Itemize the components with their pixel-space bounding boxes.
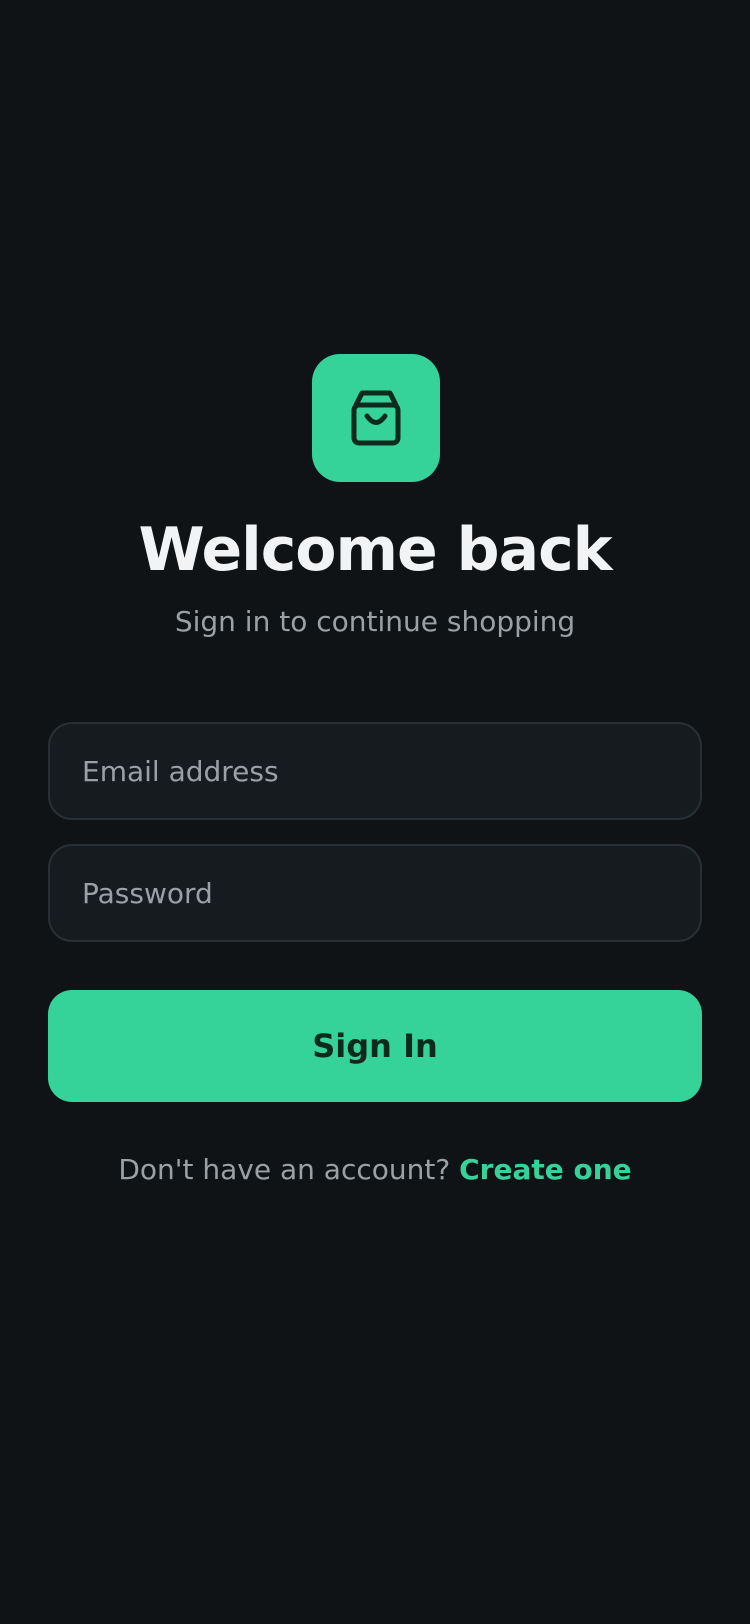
page-title: Welcome back	[138, 515, 612, 585]
create-account-link[interactable]: Create one	[459, 1153, 632, 1186]
shopping-bag-icon	[351, 390, 401, 446]
sign-in-screen: Welcome back Sign in to continue shoppin…	[0, 0, 750, 1624]
sign-in-button[interactable]: Sign In	[48, 990, 702, 1102]
password-field[interactable]	[48, 844, 702, 942]
password-input[interactable]	[82, 876, 668, 910]
page-subtitle: Sign in to continue shopping	[174, 605, 576, 638]
app-logo	[312, 354, 440, 482]
email-input[interactable]	[82, 754, 668, 788]
email-field[interactable]	[48, 722, 702, 820]
signup-prompt-text: Don't have an account?	[118, 1153, 451, 1186]
signup-prompt: Don't have an account? Create one	[0, 1150, 750, 1190]
